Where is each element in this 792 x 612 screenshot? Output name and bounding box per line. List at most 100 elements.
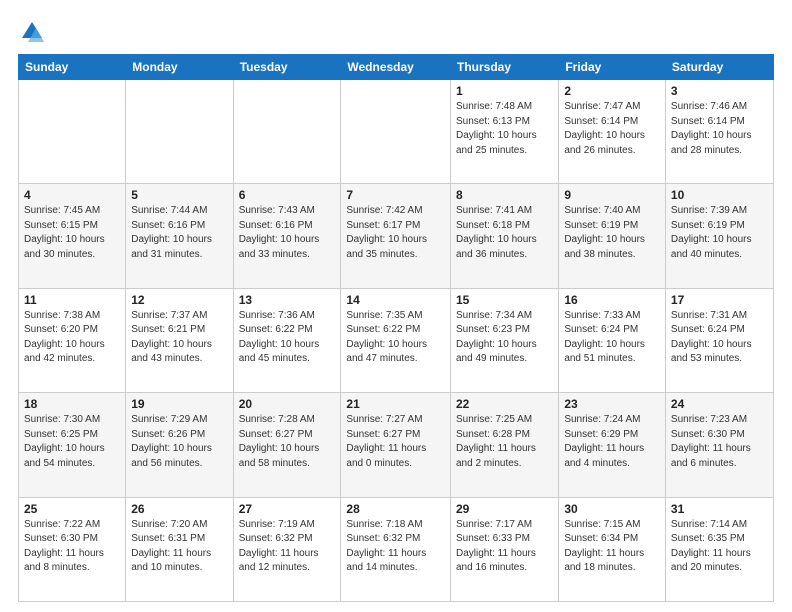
header-day-saturday: Saturday xyxy=(665,55,773,80)
day-info: Sunrise: 7:45 AM Sunset: 6:15 PM Dayligh… xyxy=(24,204,120,262)
day-number: 21 xyxy=(346,397,445,411)
day-number: 28 xyxy=(346,502,445,516)
calendar-cell xyxy=(19,80,126,184)
day-info: Sunrise: 7:17 AM Sunset: 6:33 PM Dayligh… xyxy=(456,518,553,576)
calendar-cell: 18 Sunrise: 7:30 AM Sunset: 6:25 PM Dayli… xyxy=(19,393,126,497)
day-number: 13 xyxy=(239,293,336,307)
day-number: 11 xyxy=(24,293,120,307)
day-number: 27 xyxy=(239,502,336,516)
calendar-cell: 19 Sunrise: 7:29 AM Sunset: 6:26 PM Dayli… xyxy=(126,393,233,497)
day-info: Sunrise: 7:40 AM Sunset: 6:19 PM Dayligh… xyxy=(564,204,660,262)
header-day-wednesday: Wednesday xyxy=(341,55,451,80)
day-info: Sunrise: 7:14 AM Sunset: 6:35 PM Dayligh… xyxy=(671,518,768,576)
day-number: 30 xyxy=(564,502,660,516)
logo xyxy=(18,18,50,46)
week-row-3: 18 Sunrise: 7:30 AM Sunset: 6:25 PM Dayli… xyxy=(19,393,774,497)
day-number: 16 xyxy=(564,293,660,307)
calendar-cell: 5 Sunrise: 7:44 AM Sunset: 6:16 PM Daylig… xyxy=(126,184,233,288)
calendar-cell: 2 Sunrise: 7:47 AM Sunset: 6:14 PM Daylig… xyxy=(559,80,666,184)
day-info: Sunrise: 7:36 AM Sunset: 6:22 PM Dayligh… xyxy=(239,309,336,367)
day-info: Sunrise: 7:15 AM Sunset: 6:34 PM Dayligh… xyxy=(564,518,660,576)
calendar-cell: 17Sunrise: 7:31 AM Sunset: 6:24 PM Dayli… xyxy=(665,288,773,392)
header-day-monday: Monday xyxy=(126,55,233,80)
day-number: 18 xyxy=(24,397,120,411)
calendar-cell xyxy=(126,80,233,184)
day-info: Sunrise: 7:46 AM Sunset: 6:14 PM Dayligh… xyxy=(671,100,768,158)
calendar-cell: 7 Sunrise: 7:42 AM Sunset: 6:17 PM Daylig… xyxy=(341,184,451,288)
day-number: 2 xyxy=(564,84,660,98)
day-info: Sunrise: 7:22 AM Sunset: 6:30 PM Dayligh… xyxy=(24,518,120,576)
day-info: Sunrise: 7:29 AM Sunset: 6:26 PM Dayligh… xyxy=(131,413,227,471)
day-number: 15 xyxy=(456,293,553,307)
calendar-cell: 27Sunrise: 7:19 AM Sunset: 6:32 PM Dayli… xyxy=(233,497,341,601)
day-info: Sunrise: 7:41 AM Sunset: 6:18 PM Dayligh… xyxy=(456,204,553,262)
day-number: 19 xyxy=(131,397,227,411)
calendar-cell: 6Sunrise: 7:43 AM Sunset: 6:16 PM Daylig… xyxy=(233,184,341,288)
week-row-4: 25 Sunrise: 7:22 AM Sunset: 6:30 PM Dayli… xyxy=(19,497,774,601)
day-number: 8 xyxy=(456,188,553,202)
calendar-body: 1Sunrise: 7:48 AM Sunset: 6:13 PM Daylig… xyxy=(19,80,774,602)
day-info: Sunrise: 7:33 AM Sunset: 6:24 PM Dayligh… xyxy=(564,309,660,367)
calendar-cell: 22Sunrise: 7:25 AM Sunset: 6:28 PM Dayli… xyxy=(450,393,558,497)
calendar-cell: 4Sunrise: 7:45 AM Sunset: 6:15 PM Daylig… xyxy=(19,184,126,288)
day-number: 7 xyxy=(346,188,445,202)
calendar-cell xyxy=(341,80,451,184)
header-row: SundayMondayTuesdayWednesdayThursdayFrid… xyxy=(19,55,774,80)
header-day-tuesday: Tuesday xyxy=(233,55,341,80)
calendar-cell: 8 Sunrise: 7:41 AM Sunset: 6:18 PM Daylig… xyxy=(450,184,558,288)
calendar-cell: 12Sunrise: 7:37 AM Sunset: 6:21 PM Dayli… xyxy=(126,288,233,392)
day-number: 20 xyxy=(239,397,336,411)
day-number: 10 xyxy=(671,188,768,202)
calendar-cell: 24 Sunrise: 7:23 AM Sunset: 6:30 PM Dayli… xyxy=(665,393,773,497)
calendar-cell: 14Sunrise: 7:35 AM Sunset: 6:22 PM Dayli… xyxy=(341,288,451,392)
week-row-2: 11 Sunrise: 7:38 AM Sunset: 6:20 PM Dayli… xyxy=(19,288,774,392)
week-row-0: 1Sunrise: 7:48 AM Sunset: 6:13 PM Daylig… xyxy=(19,80,774,184)
day-info: Sunrise: 7:43 AM Sunset: 6:16 PM Dayligh… xyxy=(239,204,336,262)
calendar-cell: 25 Sunrise: 7:22 AM Sunset: 6:30 PM Dayli… xyxy=(19,497,126,601)
day-info: Sunrise: 7:39 AM Sunset: 6:19 PM Dayligh… xyxy=(671,204,768,262)
calendar-cell: 23 Sunrise: 7:24 AM Sunset: 6:29 PM Dayli… xyxy=(559,393,666,497)
day-info: Sunrise: 7:35 AM Sunset: 6:22 PM Dayligh… xyxy=(346,309,445,367)
calendar-cell: 16 Sunrise: 7:33 AM Sunset: 6:24 PM Dayli… xyxy=(559,288,666,392)
calendar-cell: 10 Sunrise: 7:39 AM Sunset: 6:19 PM Dayli… xyxy=(665,184,773,288)
calendar-cell: 13 Sunrise: 7:36 AM Sunset: 6:22 PM Dayli… xyxy=(233,288,341,392)
header xyxy=(18,18,774,46)
day-info: Sunrise: 7:44 AM Sunset: 6:16 PM Dayligh… xyxy=(131,204,227,262)
day-number: 23 xyxy=(564,397,660,411)
calendar-cell: 3Sunrise: 7:46 AM Sunset: 6:14 PM Daylig… xyxy=(665,80,773,184)
day-number: 22 xyxy=(456,397,553,411)
day-number: 31 xyxy=(671,502,768,516)
day-info: Sunrise: 7:20 AM Sunset: 6:31 PM Dayligh… xyxy=(131,518,227,576)
calendar-cell: 21 Sunrise: 7:27 AM Sunset: 6:27 PM Dayli… xyxy=(341,393,451,497)
day-number: 5 xyxy=(131,188,227,202)
day-info: Sunrise: 7:27 AM Sunset: 6:27 PM Dayligh… xyxy=(346,413,445,471)
calendar-header: SundayMondayTuesdayWednesdayThursdayFrid… xyxy=(19,55,774,80)
day-number: 17 xyxy=(671,293,768,307)
calendar-cell: 20 Sunrise: 7:28 AM Sunset: 6:27 PM Dayli… xyxy=(233,393,341,497)
calendar-cell: 28 Sunrise: 7:18 AM Sunset: 6:32 PM Dayli… xyxy=(341,497,451,601)
day-number: 29 xyxy=(456,502,553,516)
day-info: Sunrise: 7:24 AM Sunset: 6:29 PM Dayligh… xyxy=(564,413,660,471)
day-info: Sunrise: 7:23 AM Sunset: 6:30 PM Dayligh… xyxy=(671,413,768,471)
day-info: Sunrise: 7:42 AM Sunset: 6:17 PM Dayligh… xyxy=(346,204,445,262)
day-info: Sunrise: 7:34 AM Sunset: 6:23 PM Dayligh… xyxy=(456,309,553,367)
calendar-cell: 15 Sunrise: 7:34 AM Sunset: 6:23 PM Dayli… xyxy=(450,288,558,392)
day-info: Sunrise: 7:48 AM Sunset: 6:13 PM Dayligh… xyxy=(456,100,553,158)
calendar-cell: 26Sunrise: 7:20 AM Sunset: 6:31 PM Dayli… xyxy=(126,497,233,601)
calendar-cell: 9 Sunrise: 7:40 AM Sunset: 6:19 PM Daylig… xyxy=(559,184,666,288)
day-info: Sunrise: 7:47 AM Sunset: 6:14 PM Dayligh… xyxy=(564,100,660,158)
header-day-thursday: Thursday xyxy=(450,55,558,80)
calendar-cell: 31 Sunrise: 7:14 AM Sunset: 6:35 PM Dayli… xyxy=(665,497,773,601)
calendar-cell: 11 Sunrise: 7:38 AM Sunset: 6:20 PM Dayli… xyxy=(19,288,126,392)
header-day-sunday: Sunday xyxy=(19,55,126,80)
day-number: 9 xyxy=(564,188,660,202)
day-info: Sunrise: 7:30 AM Sunset: 6:25 PM Dayligh… xyxy=(24,413,120,471)
day-number: 24 xyxy=(671,397,768,411)
day-info: Sunrise: 7:18 AM Sunset: 6:32 PM Dayligh… xyxy=(346,518,445,576)
header-day-friday: Friday xyxy=(559,55,666,80)
day-info: Sunrise: 7:38 AM Sunset: 6:20 PM Dayligh… xyxy=(24,309,120,367)
page: SundayMondayTuesdayWednesdayThursdayFrid… xyxy=(0,0,792,612)
day-number: 25 xyxy=(24,502,120,516)
calendar-cell: 1Sunrise: 7:48 AM Sunset: 6:13 PM Daylig… xyxy=(450,80,558,184)
day-info: Sunrise: 7:28 AM Sunset: 6:27 PM Dayligh… xyxy=(239,413,336,471)
